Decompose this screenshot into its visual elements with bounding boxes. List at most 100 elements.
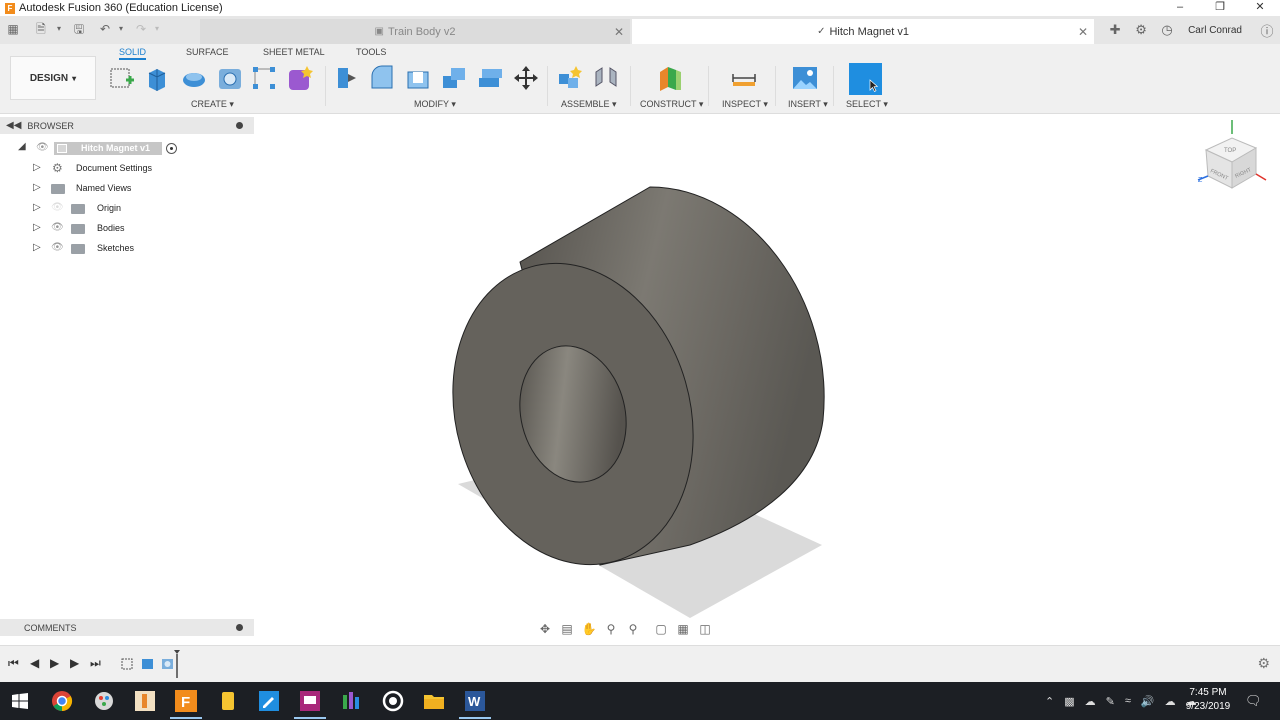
file-menu-icon[interactable]: 🗎 [34, 22, 48, 36]
job-status-icon[interactable]: ⚙ [1128, 22, 1154, 38]
tab-close-icon[interactable]: ✕ [1078, 25, 1088, 39]
rectangular-pattern-button[interactable] [250, 64, 278, 92]
joint-button[interactable] [592, 64, 620, 92]
undo-icon[interactable]: ↶ [98, 22, 112, 36]
new-tab-plus-icon[interactable]: ✚ [1102, 22, 1128, 38]
paint-3d-icon[interactable] [92, 689, 116, 713]
fusion-360-taskbar-icon[interactable]: F [174, 689, 198, 713]
select-button[interactable] [849, 63, 882, 95]
modify-group-label[interactable]: MODIFY ▾ [414, 99, 456, 110]
pan-hand-icon[interactable]: ✋ [578, 622, 600, 636]
tab-sheet-metal[interactable]: SHEET METAL [263, 47, 325, 57]
browser-panel-header[interactable]: ◀◀ BROWSER [0, 117, 254, 134]
tab-close-icon[interactable]: ✕ [614, 25, 624, 39]
app-grid-icon[interactable]: ▦ [6, 22, 20, 36]
eye-icon[interactable]: 👁 [51, 242, 64, 253]
file-explorer-icon[interactable] [422, 689, 446, 713]
help-icon[interactable]: ⓘ [1254, 21, 1280, 40]
browser-item-origin[interactable]: Origin [97, 203, 121, 213]
user-name[interactable]: Carl Conrad [1188, 25, 1242, 36]
browser-root-item[interactable]: Hitch Magnet v1 [54, 142, 162, 155]
minimize-button[interactable]: – [1160, 0, 1200, 16]
chrome-icon[interactable] [50, 689, 74, 713]
construct-group-label[interactable]: CONSTRUCT ▾ [640, 99, 703, 110]
timeline-settings-gear-icon[interactable]: ⚙ [1257, 655, 1270, 672]
select-group-label[interactable]: SELECT ▾ [846, 99, 888, 110]
create-sketch-button[interactable] [108, 64, 136, 92]
play-icon[interactable]: ▶ [50, 656, 59, 670]
insert-group-label[interactable]: INSERT ▾ [788, 99, 828, 110]
combine-button[interactable] [440, 64, 468, 92]
wifi-icon[interactable]: ≈ [1125, 695, 1131, 707]
extrude-feature-icon[interactable] [140, 656, 155, 671]
restore-button[interactable]: ❐ [1200, 0, 1240, 16]
go-to-end-icon[interactable]: ⏭ [90, 656, 101, 671]
expand-triangle-icon[interactable]: ▷ [33, 162, 41, 173]
sketch-feature-icon[interactable] [120, 656, 135, 671]
step-forward-icon[interactable]: ▶ [70, 656, 79, 670]
step-back-icon[interactable]: ◀ [30, 656, 39, 670]
fillet-button[interactable] [368, 64, 396, 92]
expand-triangle-icon[interactable]: ▷ [33, 182, 41, 193]
cura-app-icon[interactable] [216, 689, 240, 713]
activate-component-icon[interactable] [166, 143, 177, 154]
zoom-icon[interactable]: ⚲ [600, 622, 622, 636]
tab-solid[interactable]: SOLID [119, 47, 147, 60]
file-dropdown-chevron-icon[interactable]: ▾ [52, 22, 66, 36]
create-group-label[interactable]: CREATE ▾ [191, 99, 234, 110]
create-form-button[interactable] [286, 64, 314, 92]
screen-recorder-icon[interactable] [298, 689, 322, 713]
viewports-icon[interactable]: ◫ [694, 622, 716, 636]
timeline-marker[interactable] [173, 650, 181, 678]
comments-add-icon[interactable] [236, 624, 243, 631]
cloud-sync-icon[interactable]: ☁ [1165, 695, 1176, 708]
view-cube[interactable]: Z TOP FRONT RIGHT [1196, 120, 1270, 196]
windows-start-icon[interactable] [12, 693, 28, 709]
volume-icon[interactable]: 🔊 [1141, 695, 1155, 708]
onedrive-cloud-icon[interactable]: ☁ [1085, 695, 1096, 708]
chat-icon[interactable]: ▩ [1064, 695, 1074, 708]
save-icon[interactable]: 🖫 [72, 22, 86, 36]
browser-item-sketches[interactable]: Sketches [97, 243, 134, 253]
target-app-icon[interactable] [381, 689, 405, 713]
undo-dropdown-chevron-icon[interactable]: ▾ [114, 22, 128, 36]
hidden-eye-icon[interactable]: 👁 [51, 202, 64, 213]
orbit-icon[interactable]: ✥ [534, 622, 556, 636]
fit-zoom-icon[interactable]: ⚲ [622, 622, 644, 636]
grid-snap-icon[interactable]: ▦ [672, 622, 694, 636]
expand-triangle-icon[interactable]: ▷ [33, 202, 41, 213]
expand-triangle-icon[interactable]: ▷ [33, 222, 41, 233]
tab-train-body[interactable]: ▣ Train Body v2 ✕ [200, 19, 630, 44]
move-copy-button[interactable] [512, 64, 540, 92]
comments-panel-header[interactable]: COMMENTS [0, 619, 254, 636]
assemble-group-label[interactable]: ASSEMBLE ▾ [561, 99, 617, 110]
notepad-app-icon[interactable] [257, 689, 281, 713]
bar-chart-app-icon[interactable] [339, 689, 363, 713]
eye-icon[interactable]: 👁 [51, 222, 64, 233]
redo-icon[interactable]: ↷ [134, 22, 148, 36]
revolve-button[interactable] [180, 64, 208, 92]
browser-item-document-settings[interactable]: Document Settings [76, 163, 152, 173]
browser-pin-icon[interactable] [236, 122, 243, 129]
taskbar-clock[interactable]: 7:45 PM 9/23/2019 [1180, 686, 1236, 714]
clock-history-icon[interactable]: ◷ [1154, 22, 1180, 38]
browser-item-named-views[interactable]: Named Views [76, 183, 131, 193]
insert-image-button[interactable] [791, 64, 819, 92]
display-settings-icon[interactable]: ▢ [650, 622, 672, 636]
word-app-icon[interactable]: W [463, 689, 487, 713]
inspect-group-label[interactable]: INSPECT ▾ [722, 99, 768, 110]
redo-dropdown-chevron-icon[interactable]: ▾ [150, 22, 164, 36]
3d-canvas[interactable] [0, 114, 1280, 645]
expand-triangle-icon[interactable]: ▷ [33, 242, 41, 253]
show-hidden-icons-chevron-icon[interactable]: ⌃ [1045, 695, 1054, 708]
measure-button[interactable] [730, 64, 758, 92]
pen-icon[interactable]: ✎ [1106, 695, 1115, 708]
illustrator-like-app-icon[interactable] [133, 689, 157, 713]
extrude-button[interactable] [144, 64, 172, 92]
eye-icon[interactable]: 👁 [36, 142, 49, 153]
hole-button[interactable] [216, 64, 244, 92]
close-window-button[interactable]: ✕ [1240, 0, 1280, 16]
tab-hitch-magnet[interactable]: ✓ Hitch Magnet v1 ✕ [632, 19, 1094, 44]
root-collapse-icon[interactable]: ◢ [18, 141, 26, 152]
tab-surface[interactable]: SURFACE [186, 47, 229, 57]
